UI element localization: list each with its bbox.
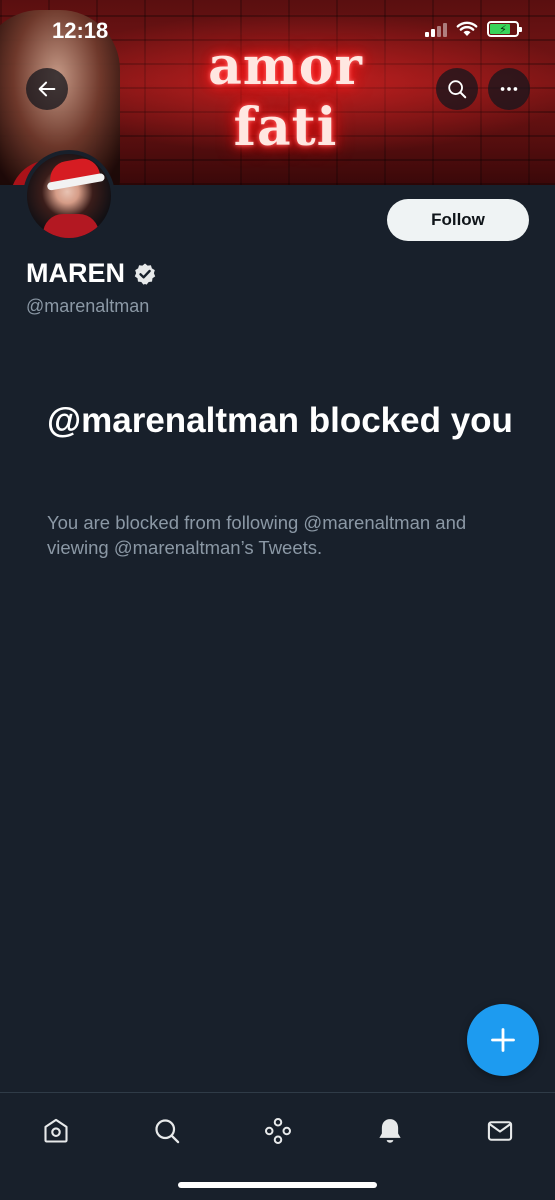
profile-display-name-row: MAREN: [26, 258, 157, 289]
tab-messages[interactable]: [480, 1111, 520, 1151]
notifications-bell-icon: [379, 1119, 401, 1143]
profile-search-button[interactable]: [436, 68, 478, 110]
avatar-santa-hat: [47, 155, 101, 187]
home-indicator[interactable]: [178, 1182, 377, 1188]
status-icons: ⚡: [425, 21, 522, 37]
back-button[interactable]: [26, 68, 68, 110]
profile-page: amor fati 12:18 ⚡ Follow MAREN @marenalt…: [0, 0, 555, 1200]
more-options-button[interactable]: [488, 68, 530, 110]
avatar-figure: [43, 214, 99, 238]
compose-tweet-button[interactable]: [467, 1004, 539, 1076]
tab-search[interactable]: [147, 1111, 187, 1151]
tab-home[interactable]: [36, 1111, 76, 1151]
search-icon: [155, 1119, 180, 1144]
display-name: MAREN: [26, 258, 125, 288]
verified-badge-icon[interactable]: [133, 262, 157, 286]
battery-charging-icon: ⚡: [487, 21, 522, 37]
more-horizontal-icon: [500, 87, 518, 91]
banner-neon-sign: amor fati: [208, 36, 363, 158]
messages-envelope-icon: [487, 1121, 513, 1141]
profile-avatar[interactable]: [23, 150, 115, 242]
follow-button[interactable]: Follow: [387, 199, 529, 241]
blocked-description: You are blocked from following @marenalt…: [47, 512, 467, 558]
arrow-left-icon: [38, 81, 56, 97]
cellular-signal-icon: [425, 22, 447, 37]
blocked-title: @marenaltman blocked you: [47, 401, 513, 440]
tab-spaces[interactable]: [258, 1111, 298, 1151]
tab-notifications[interactable]: [370, 1111, 410, 1151]
plus-icon: [491, 1028, 515, 1052]
home-icon: [44, 1118, 68, 1143]
profile-handle: @marenaltman: [26, 296, 150, 316]
status-time: 12:18: [52, 18, 109, 43]
wifi-icon: [456, 21, 478, 36]
search-icon: [448, 80, 467, 99]
spaces-icon: [265, 1118, 291, 1144]
